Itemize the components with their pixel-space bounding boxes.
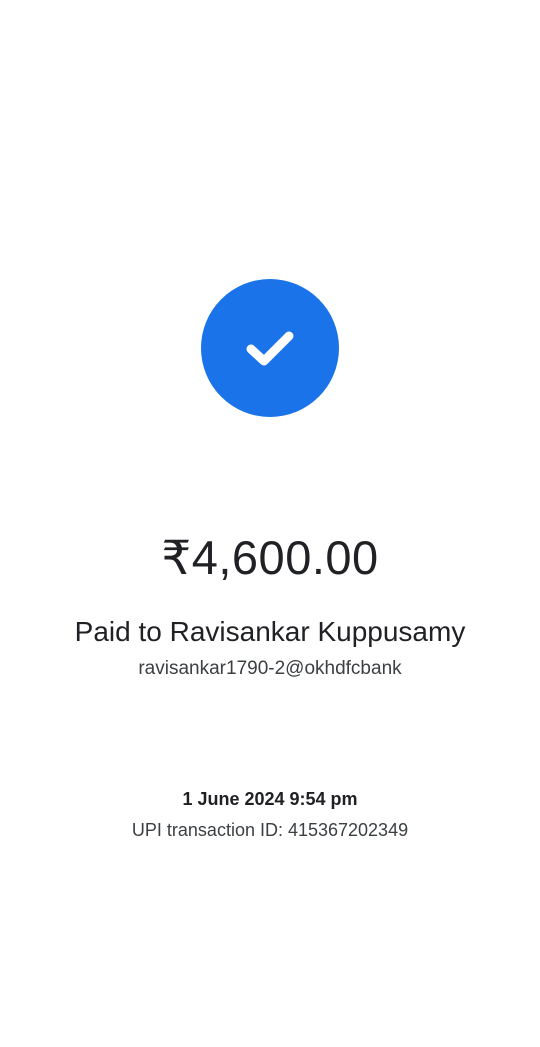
transaction-datetime: 1 June 2024 9:54 pm (182, 789, 358, 809)
payee-name: Paid to Ravisankar Kuppusamy (74, 616, 466, 647)
success-badge (201, 279, 339, 417)
upi-transaction-id: UPI transaction ID: 415367202349 (131, 820, 409, 840)
check-icon (246, 331, 294, 366)
payee-upi-id: ravisankar1790-2@okhdfcbank (138, 658, 402, 679)
payment-amount: ₹4,600.00 (161, 531, 379, 584)
